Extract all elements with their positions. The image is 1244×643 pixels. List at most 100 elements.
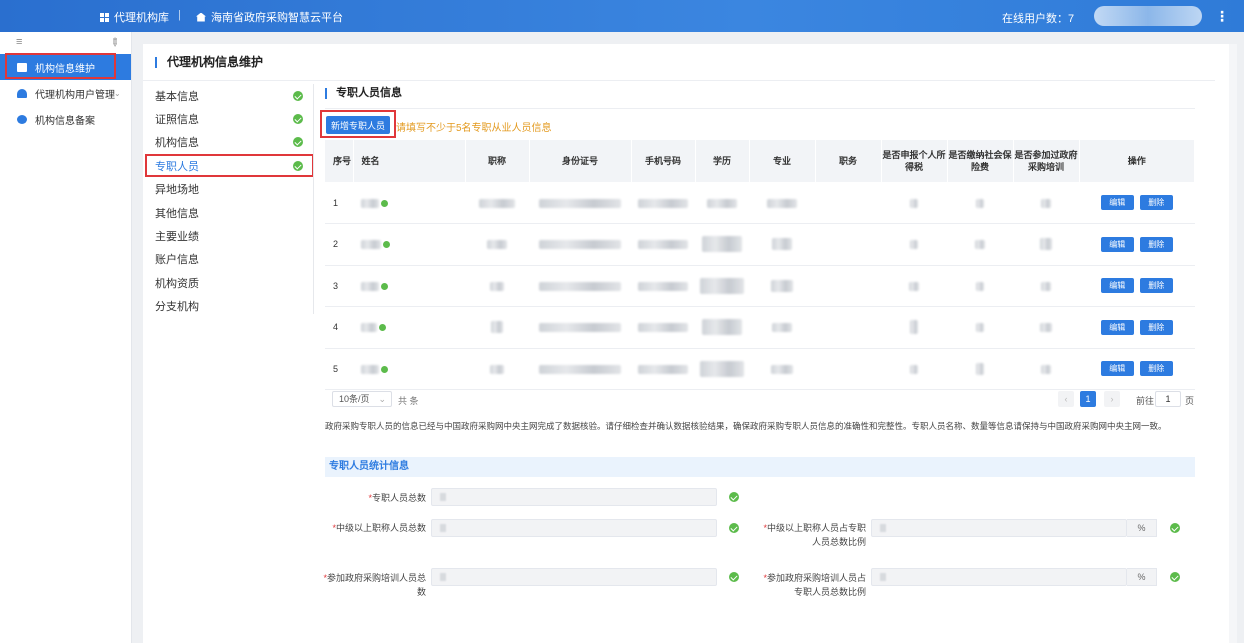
row-number: 2 bbox=[325, 223, 353, 266]
delete-button[interactable]: 删除 bbox=[1139, 361, 1173, 377]
edit-button[interactable]: 编辑 bbox=[1100, 319, 1134, 335]
app-name-link[interactable]: 代理机构库 bbox=[100, 9, 169, 25]
cell bbox=[529, 223, 631, 266]
sidebar-item-org-record[interactable]: 机构信息备案 bbox=[0, 106, 131, 132]
cell bbox=[749, 182, 815, 224]
nav-label: 基本信息 bbox=[155, 90, 199, 103]
row-number: 1 bbox=[325, 182, 353, 224]
cell bbox=[749, 223, 815, 266]
info-nav: 基本信息 证照信息 机构信息 专职人员 异地场地 其他信息 主要业绩 账户信息 … bbox=[143, 84, 313, 318]
check-icon bbox=[293, 90, 303, 101]
mid-title-total-field[interactable] bbox=[431, 519, 717, 537]
sidebar-tools: ≡ ✎ bbox=[0, 32, 131, 52]
cell bbox=[631, 223, 695, 266]
delete-button[interactable]: 删除 bbox=[1139, 236, 1173, 252]
nav-basic[interactable]: 基本信息 bbox=[143, 84, 313, 107]
nav-qualification[interactable]: 机构资质 bbox=[143, 271, 313, 294]
training-total-field[interactable] bbox=[431, 568, 717, 586]
cell bbox=[465, 265, 529, 307]
cell bbox=[529, 182, 631, 224]
nav-branch[interactable]: 分支机构 bbox=[143, 295, 313, 318]
chevron-down-icon: ⌄ bbox=[378, 394, 386, 404]
cell bbox=[947, 182, 1013, 224]
percent-unit: % bbox=[1127, 568, 1157, 586]
row-number: 4 bbox=[325, 306, 353, 349]
prev-page-icon[interactable]: ‹ bbox=[1058, 391, 1074, 407]
nav-license[interactable]: 证照信息 bbox=[143, 107, 313, 130]
check-icon bbox=[293, 114, 303, 125]
cell bbox=[947, 306, 1013, 349]
staff-name bbox=[353, 348, 465, 390]
check-icon bbox=[729, 523, 739, 533]
page-number[interactable]: 1 bbox=[1080, 391, 1096, 407]
col-header: 学历 bbox=[695, 140, 750, 182]
cell bbox=[631, 348, 695, 390]
mid-title-ratio-field[interactable] bbox=[871, 519, 1127, 537]
page-size-value: 10条/页 bbox=[339, 394, 370, 404]
row-number: 3 bbox=[325, 265, 353, 307]
cell bbox=[881, 223, 947, 266]
goto-page-input[interactable]: 1 bbox=[1155, 391, 1181, 407]
next-page-icon[interactable]: › bbox=[1104, 391, 1120, 407]
edit-button[interactable]: 编辑 bbox=[1100, 361, 1134, 377]
nav-label: 证照信息 bbox=[155, 114, 199, 127]
stats-title: 专职人员统计信息 bbox=[325, 457, 1195, 477]
delete-button[interactable]: 删除 bbox=[1139, 319, 1173, 335]
cell bbox=[465, 306, 529, 349]
page-size-select[interactable]: 10条/页 ⌄ bbox=[332, 391, 392, 407]
delete-button[interactable]: 删除 bbox=[1139, 195, 1173, 210]
check-icon bbox=[729, 572, 739, 582]
cell-actions: 编辑 删除 bbox=[1079, 265, 1195, 307]
staff-total-field[interactable] bbox=[431, 488, 717, 506]
delete-button[interactable]: 删除 bbox=[1139, 278, 1173, 294]
verified-icon bbox=[379, 324, 386, 332]
cell bbox=[947, 265, 1013, 307]
col-header: 手机号码 bbox=[631, 140, 696, 182]
home-icon bbox=[196, 12, 206, 22]
edit-button[interactable]: 编辑 bbox=[1100, 236, 1134, 252]
cell bbox=[749, 348, 815, 390]
nav-staff[interactable]: 专职人员 bbox=[143, 154, 313, 177]
nav-label: 分支机构 bbox=[155, 301, 199, 314]
nav-remote-site[interactable]: 异地场地 bbox=[143, 178, 313, 201]
cell bbox=[529, 306, 631, 349]
sidebar-item-user-manage[interactable]: 代理机构用户管理 ⌄ bbox=[0, 80, 131, 106]
pin-icon[interactable]: ✎ bbox=[107, 34, 123, 50]
nav-org[interactable]: 机构信息 bbox=[143, 131, 313, 154]
check-icon bbox=[1170, 523, 1180, 533]
cell bbox=[631, 306, 695, 349]
scrollbar[interactable] bbox=[1229, 44, 1237, 643]
platform-link[interactable]: 海南省政府采购智慧云平台 bbox=[196, 9, 343, 25]
verification-notice: 政府采购专职人员的信息已经与中国政府采购网中央主网完成了数据核验。请仔细检查并确… bbox=[325, 421, 1167, 431]
table-row: 2 编辑 删除 bbox=[325, 223, 1195, 266]
top-bar: 代理机构库 | 海南省政府采购智慧云平台 在线用户数：7 ⋮ bbox=[0, 0, 1244, 32]
nav-other[interactable]: 其他信息 bbox=[143, 201, 313, 224]
nav-label: 主要业绩 bbox=[155, 231, 199, 244]
verified-icon bbox=[383, 241, 390, 249]
grid-icon bbox=[100, 12, 109, 22]
verified-icon bbox=[381, 199, 388, 207]
nav-performance[interactable]: 主要业绩 bbox=[143, 224, 313, 247]
user-avatar[interactable] bbox=[1094, 6, 1202, 26]
nav-account[interactable]: 账户信息 bbox=[143, 248, 313, 271]
cell-actions: 编辑 删除 bbox=[1079, 223, 1195, 266]
training-ratio-field[interactable] bbox=[871, 568, 1127, 586]
sidebar-item-org-maintain[interactable]: 机构信息维护 bbox=[0, 54, 131, 80]
percent-unit: % bbox=[1127, 519, 1157, 537]
cell bbox=[881, 182, 947, 224]
table-row: 1 编辑 删除 bbox=[325, 182, 1195, 224]
table-row: 4 编辑 删除 bbox=[325, 306, 1195, 349]
cell bbox=[529, 348, 631, 390]
staff-name bbox=[353, 306, 465, 349]
edit-button[interactable]: 编辑 bbox=[1100, 195, 1134, 210]
more-menu-icon[interactable]: ⋮ bbox=[1215, 8, 1229, 25]
col-header: 序号 bbox=[325, 140, 354, 182]
check-icon bbox=[293, 137, 303, 148]
hamburger-icon[interactable]: ≡ bbox=[16, 36, 22, 48]
edit-button[interactable]: 编辑 bbox=[1100, 278, 1134, 294]
field-label: *中级以上职称人员总数 bbox=[332, 523, 426, 533]
cell bbox=[695, 306, 749, 349]
add-staff-button[interactable]: 新增专职人员 bbox=[326, 116, 390, 134]
cell bbox=[881, 348, 947, 390]
cell bbox=[947, 348, 1013, 390]
